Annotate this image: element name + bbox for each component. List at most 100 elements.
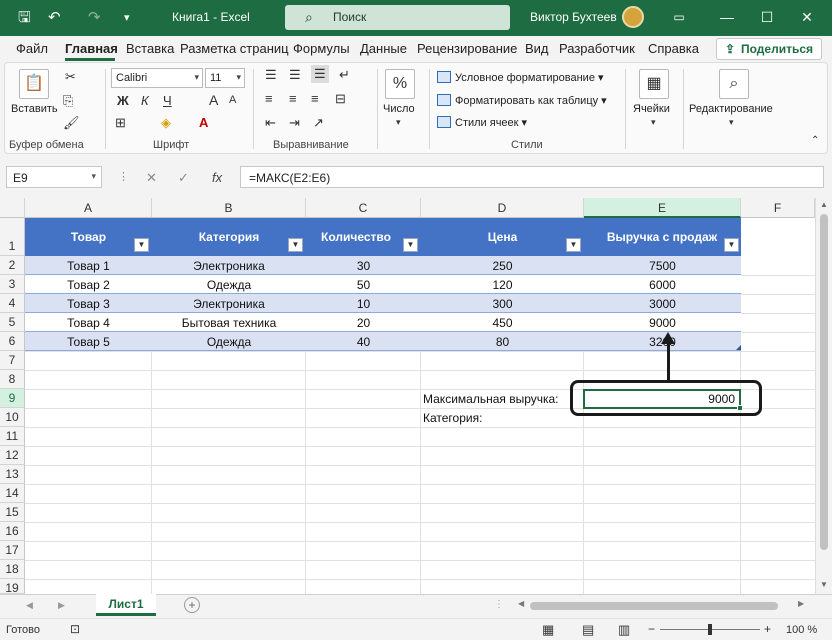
enter-formula-button[interactable]: ✓ <box>178 170 189 186</box>
redo-icon[interactable]: ↷ <box>88 8 101 28</box>
italic-button[interactable]: К <box>141 93 149 108</box>
underline-button[interactable]: Ч <box>163 93 172 108</box>
table-cell[interactable]: 120 <box>421 278 584 292</box>
tab-formulas[interactable]: Формулы <box>293 41 350 56</box>
table-cell[interactable]: 10 <box>306 297 421 311</box>
filter-dropdown-icon[interactable]: ▼ <box>724 238 739 252</box>
paste-label[interactable]: Вставить <box>11 103 58 115</box>
page-layout-view-icon[interactable]: ▤ <box>582 622 594 638</box>
customize-quick-access-icon[interactable]: ▾ <box>124 8 130 28</box>
bold-button[interactable]: Ж <box>117 93 129 108</box>
tab-file[interactable]: Файл <box>16 41 48 56</box>
tab-view[interactable]: Вид <box>525 41 549 56</box>
chevron-down-icon[interactable]: ▾ <box>651 117 656 128</box>
align-middle-icon[interactable]: ☰ <box>289 67 301 83</box>
row-header-8[interactable]: 8 <box>0 370 25 389</box>
wrap-text-icon[interactable]: ↵ <box>339 67 350 83</box>
row-header-3[interactable]: 3 <box>0 275 25 294</box>
table-cell[interactable]: 20 <box>306 316 421 330</box>
row-header-4[interactable]: 4 <box>0 294 25 313</box>
row-header-18[interactable]: 18 <box>0 560 25 579</box>
row-header-10[interactable]: 10 <box>0 408 25 427</box>
increase-indent-icon[interactable]: ⇥ <box>289 115 300 131</box>
table-cell[interactable]: 50 <box>306 278 421 292</box>
row-header-17[interactable]: 17 <box>0 541 25 560</box>
row-header-6[interactable]: 6 <box>0 332 25 351</box>
row-header-9[interactable]: 9 <box>0 389 25 408</box>
ribbon-display-options-icon[interactable]: ▭ <box>664 6 694 28</box>
scroll-down-icon[interactable]: ▼ <box>820 580 828 589</box>
table-cell[interactable]: Товар 1 <box>25 259 152 273</box>
scrollbar-thumb[interactable] <box>530 602 778 610</box>
user-avatar[interactable] <box>622 6 644 28</box>
zoom-level[interactable]: 100 % <box>786 624 817 636</box>
cut-icon[interactable]: ✂ <box>65 69 76 85</box>
chevron-down-icon[interactable]: ▾ <box>729 117 734 128</box>
minimize-button[interactable]: — <box>712 6 742 28</box>
page-break-view-icon[interactable]: ▥ <box>618 622 630 638</box>
row-header-13[interactable]: 13 <box>0 465 25 484</box>
table-cell[interactable]: 80 <box>421 335 584 349</box>
paste-icon[interactable]: 📋 <box>19 69 49 99</box>
zoom-in-button[interactable]: + <box>764 622 771 636</box>
chevron-down-icon[interactable]: ▾ <box>396 117 401 128</box>
editing-label[interactable]: Редактирование <box>689 103 773 115</box>
share-button[interactable]: ⇪ Поделиться <box>716 38 822 60</box>
select-all-corner[interactable] <box>0 198 25 218</box>
table-cell[interactable]: Электроника <box>152 259 306 273</box>
decrease-indent-icon[interactable]: ⇤ <box>265 115 276 131</box>
column-header-d[interactable]: D <box>421 198 584 218</box>
column-header-c[interactable]: C <box>306 198 421 218</box>
column-header-b[interactable]: B <box>152 198 306 218</box>
cell-styles-button[interactable]: Стили ячеек ▾ <box>437 116 527 129</box>
vertical-scrollbar[interactable]: ▲ ▼ <box>815 198 832 594</box>
align-bottom-icon[interactable]: ☰ <box>311 65 329 83</box>
add-sheet-icon[interactable]: + <box>184 597 200 613</box>
row-header-16[interactable]: 16 <box>0 522 25 541</box>
font-name-select[interactable]: Calibri ▾ <box>111 68 203 88</box>
scroll-up-icon[interactable]: ▲ <box>820 200 828 209</box>
accessibility-icon[interactable]: ⊡ <box>70 622 80 636</box>
tab-help[interactable]: Справка <box>648 41 699 56</box>
insert-function-button[interactable]: fx <box>212 170 222 185</box>
cells-icon[interactable]: ▦ <box>639 69 669 99</box>
search-box[interactable]: ⌕ Поиск <box>285 5 510 30</box>
filter-dropdown-icon[interactable]: ▼ <box>403 238 418 252</box>
sheet-tab-sheet1[interactable]: Лист1 <box>96 594 156 616</box>
tab-insert[interactable]: Вставка <box>126 41 174 56</box>
scrollbar-thumb[interactable] <box>820 214 828 550</box>
filter-dropdown-icon[interactable]: ▼ <box>566 238 581 252</box>
table-cell[interactable]: 6000 <box>584 278 741 292</box>
table-cell[interactable]: 300 <box>421 297 584 311</box>
decrease-font-button[interactable]: A <box>229 94 236 106</box>
normal-view-icon[interactable]: ▦ <box>542 622 554 638</box>
font-size-select[interactable]: 11 ▾ <box>205 68 245 88</box>
table-cell[interactable]: Бытовая техника <box>152 316 306 330</box>
tab-developer[interactable]: Разработчик <box>559 41 635 56</box>
row-header-5[interactable]: 5 <box>0 313 25 332</box>
filter-dropdown-icon[interactable]: ▼ <box>288 238 303 252</box>
max-revenue-label[interactable]: Максимальная выручка: <box>423 392 559 406</box>
table-header-cell[interactable]: Категория <box>152 230 306 244</box>
close-button[interactable]: ✕ <box>792 6 822 28</box>
table-cell[interactable]: Товар 4 <box>25 316 152 330</box>
tab-home[interactable]: Главная <box>65 41 118 56</box>
table-cell[interactable]: 250 <box>421 259 584 273</box>
tab-review[interactable]: Рецензирование <box>417 41 517 56</box>
fill-color-icon[interactable]: ◈ <box>161 115 171 131</box>
table-cell[interactable]: 30 <box>306 259 421 273</box>
align-top-icon[interactable]: ☰ <box>265 67 277 83</box>
number-label[interactable]: Число <box>383 103 415 115</box>
row-header-12[interactable]: 12 <box>0 446 25 465</box>
zoom-slider-thumb[interactable] <box>708 624 712 635</box>
table-header-cell[interactable]: Выручка с продаж <box>600 230 724 244</box>
scroll-left-icon[interactable]: ◀ <box>518 599 524 608</box>
scroll-left-icon[interactable]: ◀ <box>26 600 33 611</box>
format-as-table-button[interactable]: Форматировать как таблицу ▾ <box>437 94 607 107</box>
filter-dropdown-icon[interactable]: ▼ <box>134 238 149 252</box>
column-header-e[interactable]: E <box>584 198 741 218</box>
row-header-7[interactable]: 7 <box>0 351 25 370</box>
table-header-cell[interactable]: Цена <box>421 230 584 244</box>
table-cell[interactable]: Одежда <box>152 278 306 292</box>
tab-page-layout[interactable]: Разметка страниц <box>180 41 289 56</box>
